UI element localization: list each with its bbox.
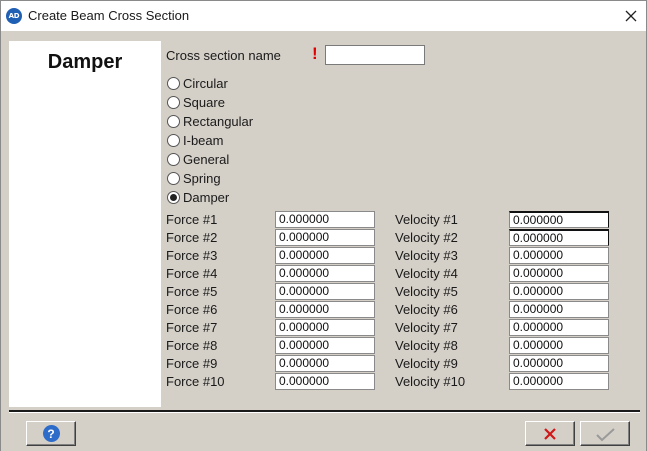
velocity-label-6: Velocity #6: [395, 302, 458, 317]
radio-option-rectangular[interactable]: Rectangular: [167, 112, 253, 130]
radio-option-general[interactable]: General: [167, 150, 229, 168]
radio-button[interactable]: [167, 133, 180, 147]
velocity-label-1: Velocity #1: [395, 212, 458, 227]
cross-section-name-input[interactable]: [325, 45, 425, 65]
force-label-8: Force #8: [166, 338, 218, 353]
force-input-10[interactable]: 0.000000: [275, 373, 375, 390]
radio-label: General: [183, 151, 230, 167]
velocity-label-3: Velocity #3: [395, 248, 458, 263]
radio-button[interactable]: [167, 190, 180, 204]
force-label-10: Force #10: [166, 374, 225, 389]
velocity-label-4: Velocity #4: [395, 266, 458, 281]
velocity-label-9: Velocity #9: [395, 356, 458, 371]
checkmark-icon: [596, 427, 615, 441]
velocity-label-10: Velocity #10: [395, 374, 466, 389]
radio-button[interactable]: [167, 171, 180, 185]
radio-selected-dot: [170, 193, 177, 201]
radio-option-square[interactable]: Square: [167, 93, 225, 111]
force-input-2[interactable]: 0.000000: [275, 229, 375, 246]
force-label-7: Force #7: [166, 320, 218, 335]
ok-button[interactable]: [580, 421, 630, 446]
help-button[interactable]: ?: [26, 421, 76, 446]
radio-label: Damper: [183, 189, 230, 205]
force-input-3[interactable]: 0.000000: [275, 247, 375, 264]
radio-button[interactable]: [167, 95, 180, 109]
radio-option-circular[interactable]: Circular: [167, 74, 228, 92]
dialog-window: AD Create Beam Cross Section Damper Cros…: [0, 0, 647, 451]
radio-option-spring[interactable]: Spring: [167, 169, 221, 187]
radio-button[interactable]: [167, 114, 180, 128]
cross-section-name-label: Cross section name: [166, 48, 281, 63]
velocity-label-2: Velocity #2: [395, 230, 458, 245]
force-label-2: Force #2: [166, 230, 218, 245]
force-input-9[interactable]: 0.000000: [275, 355, 375, 372]
velocity-label-7: Velocity #7: [395, 320, 458, 335]
help-icon: ?: [42, 425, 60, 442]
force-label-4: Force #4: [166, 266, 218, 281]
radio-label: Circular: [183, 75, 228, 91]
velocity-input-5[interactable]: 0.000000: [509, 283, 609, 300]
force-label-3: Force #3: [166, 248, 218, 263]
dialog-body: Damper Cross section name ! Circular Squa…: [1, 32, 646, 451]
velocity-input-1[interactable]: 0.000000: [509, 211, 609, 228]
force-input-6[interactable]: 0.000000: [275, 301, 375, 318]
radio-label: Spring: [183, 170, 221, 186]
velocity-input-9[interactable]: 0.000000: [509, 355, 609, 372]
radio-label: I-beam: [183, 132, 224, 148]
app-logo-icon: AD: [6, 8, 22, 24]
cancel-button[interactable]: [525, 421, 575, 446]
title-bar: AD Create Beam Cross Section: [1, 1, 646, 31]
velocity-input-6[interactable]: 0.000000: [509, 301, 609, 318]
velocity-input-3[interactable]: 0.000000: [509, 247, 609, 264]
section-type-title: Damper: [47, 51, 123, 73]
force-label-5: Force #5: [166, 284, 218, 299]
velocity-input-2[interactable]: 0.000000: [509, 229, 609, 246]
radio-button[interactable]: [167, 152, 180, 166]
radio-label: Square: [183, 94, 225, 110]
force-label-6: Force #6: [166, 302, 218, 317]
velocity-input-10[interactable]: 0.000000: [509, 373, 609, 390]
radio-button[interactable]: [167, 76, 180, 90]
close-icon: [625, 10, 637, 22]
velocity-label-8: Velocity #8: [395, 338, 458, 353]
radio-label: Rectangular: [183, 113, 254, 129]
velocity-label-5: Velocity #5: [395, 284, 458, 299]
force-label-1: Force #1: [166, 212, 218, 227]
velocity-input-7[interactable]: 0.000000: [509, 319, 609, 336]
window-title: Create Beam Cross Section: [28, 8, 190, 23]
preview-panel: Damper: [9, 41, 161, 407]
force-input-8[interactable]: 0.000000: [275, 337, 375, 354]
velocity-input-4[interactable]: 0.000000: [509, 265, 609, 282]
force-input-7[interactable]: 0.000000: [275, 319, 375, 336]
radio-option-i-beam[interactable]: I-beam: [167, 131, 223, 149]
divider: [9, 410, 640, 413]
force-input-1[interactable]: 0.000000: [275, 211, 375, 228]
force-input-4[interactable]: 0.000000: [275, 265, 375, 282]
required-indicator: !: [312, 44, 318, 63]
red-x-icon: [544, 427, 556, 440]
radio-option-damper[interactable]: Damper: [167, 188, 229, 206]
close-button[interactable]: [622, 7, 640, 25]
force-label-9: Force #9: [166, 356, 218, 371]
velocity-input-8[interactable]: 0.000000: [509, 337, 609, 354]
force-input-5[interactable]: 0.000000: [275, 283, 375, 300]
